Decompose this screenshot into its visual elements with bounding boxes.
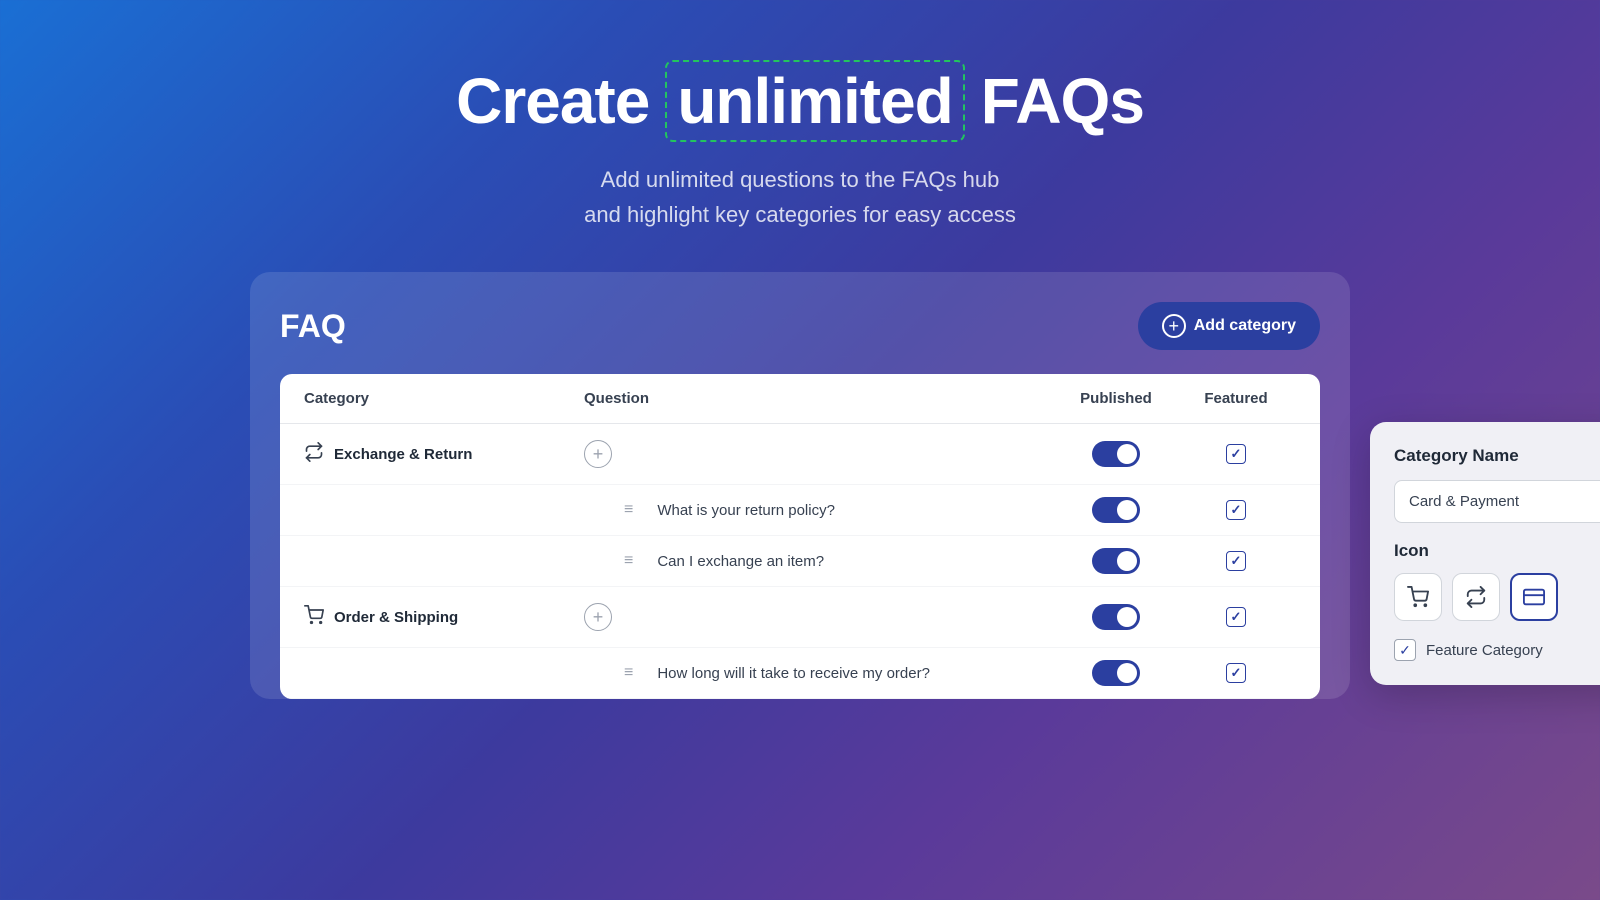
drag-handle-icon[interactable]: ≡ xyxy=(584,664,633,682)
question-featured-checkbox[interactable]: ✓ xyxy=(1176,500,1296,520)
subtitle: Add unlimited questions to the FAQs hub … xyxy=(456,162,1144,232)
page-header: Create unlimited FAQs Add unlimited ques… xyxy=(436,0,1164,272)
question-label: How long will it take to receive my orde… xyxy=(657,665,930,682)
title-start: Create xyxy=(456,64,649,138)
cart-icon-option[interactable] xyxy=(1394,573,1442,621)
order-shipping-icon xyxy=(304,605,324,630)
title-end: FAQs xyxy=(981,64,1144,138)
icon-options-group xyxy=(1394,573,1600,621)
add-question-icon[interactable]: + xyxy=(584,603,612,631)
feature-category-label: Feature Category xyxy=(1426,642,1543,659)
table-row: Exchange & Return + ✓ xyxy=(280,424,1320,485)
feature-category-checkbox[interactable]: ✓ xyxy=(1394,639,1416,661)
question-published-toggle[interactable] xyxy=(1056,660,1176,686)
faq-title: FAQ xyxy=(280,308,346,345)
icon-label: Icon xyxy=(1394,541,1600,561)
faq-table: Category Question Published Featured Exc… xyxy=(280,374,1320,699)
add-category-label: Add category xyxy=(1194,317,1296,335)
category-featured-checkbox[interactable]: ✓ xyxy=(1176,607,1296,627)
question-label: Can I exchange an item? xyxy=(657,553,824,570)
question-published-toggle[interactable] xyxy=(1056,548,1176,574)
category-published-toggle[interactable] xyxy=(1056,604,1176,630)
category-featured-checkbox[interactable]: ✓ xyxy=(1176,444,1296,464)
add-question-cell: + xyxy=(584,440,1056,468)
subtitle-line2: and highlight key categories for easy ac… xyxy=(456,197,1144,232)
col-question: Question xyxy=(584,390,1056,407)
question-text: ≡ How long will it take to receive my or… xyxy=(584,664,1056,682)
question-published-toggle[interactable] xyxy=(1056,497,1176,523)
question-featured-checkbox[interactable]: ✓ xyxy=(1176,663,1296,683)
category-exchange-return: Exchange & Return xyxy=(304,442,584,467)
subtitle-line1: Add unlimited questions to the FAQs hub xyxy=(456,162,1144,197)
exchange-icon-option[interactable] xyxy=(1452,573,1500,621)
category-name-popup: Category Name Icon xyxy=(1370,422,1600,685)
col-category: Category xyxy=(304,390,584,407)
question-featured-checkbox[interactable]: ✓ xyxy=(1176,551,1296,571)
faq-card-header: FAQ + Add category xyxy=(280,302,1320,350)
plus-icon: + xyxy=(1162,314,1186,338)
question-text: ≡ What is your return policy? xyxy=(584,501,1056,519)
question-label: What is your return policy? xyxy=(657,502,835,519)
add-question-cell: + xyxy=(584,603,1056,631)
col-featured: Featured xyxy=(1176,390,1296,407)
question-text: ≡ Can I exchange an item? xyxy=(584,552,1056,570)
popup-title: Category Name xyxy=(1394,446,1600,466)
table-row: ≡ Can I exchange an item? ✓ xyxy=(280,536,1320,587)
add-question-icon[interactable]: + xyxy=(584,440,612,468)
category-name-input[interactable] xyxy=(1394,480,1600,523)
table-row: ≡ How long will it take to receive my or… xyxy=(280,648,1320,699)
table-row: ≡ What is your return policy? ✓ xyxy=(280,485,1320,536)
exchange-return-icon xyxy=(304,442,324,467)
exchange-return-label: Exchange & Return xyxy=(334,446,472,463)
feature-category-row: ✓ Feature Category xyxy=(1394,639,1600,661)
category-published-toggle[interactable] xyxy=(1056,441,1176,467)
main-title: Create unlimited FAQs xyxy=(456,60,1144,142)
card-icon-option[interactable] xyxy=(1510,573,1558,621)
table-header: Category Question Published Featured xyxy=(280,374,1320,424)
drag-handle-icon[interactable]: ≡ xyxy=(584,552,633,570)
category-order-shipping: Order & Shipping xyxy=(304,605,584,630)
add-category-button[interactable]: + Add category xyxy=(1138,302,1320,350)
drag-handle-icon[interactable]: ≡ xyxy=(584,501,633,519)
order-shipping-label: Order & Shipping xyxy=(334,609,458,626)
title-highlight: unlimited xyxy=(665,60,964,142)
col-published: Published xyxy=(1056,390,1176,407)
table-row: Order & Shipping + ✓ xyxy=(280,587,1320,648)
faq-card: FAQ + Add category Category Question Pub… xyxy=(250,272,1350,699)
